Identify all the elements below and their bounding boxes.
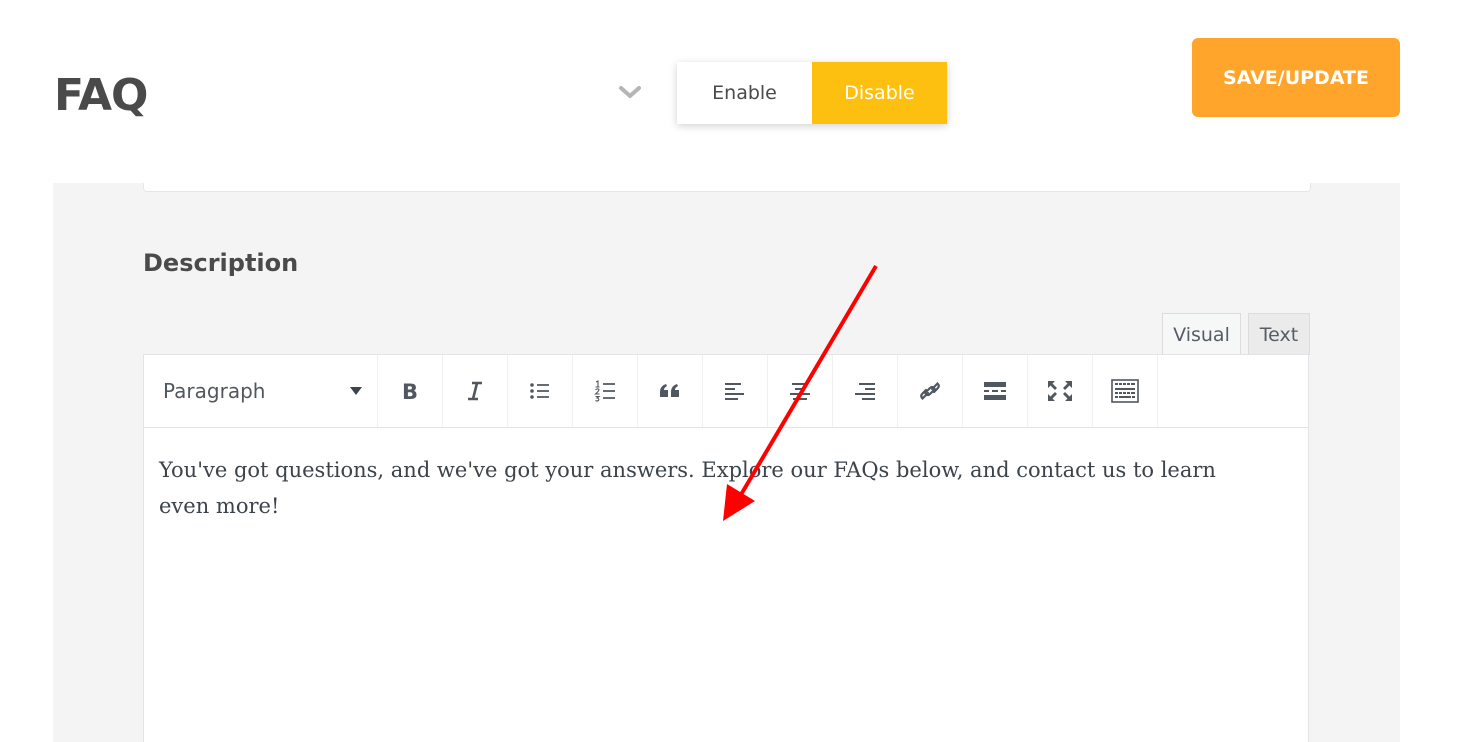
fullscreen-button[interactable]	[1028, 355, 1093, 427]
blockquote-icon	[660, 384, 679, 397]
blockquote-button[interactable]	[638, 355, 703, 427]
editor-content-area[interactable]: You've got questions, and we've got your…	[143, 428, 1309, 742]
svg-text:B: B	[402, 380, 418, 402]
align-left-icon	[725, 383, 744, 400]
toolbar-toggle-button[interactable]	[1093, 355, 1158, 427]
toolbar-toggle-icon	[1111, 379, 1139, 403]
description-label: Description	[143, 249, 299, 277]
description-panel: Description Visual Text Paragraph B You'…	[53, 183, 1400, 742]
align-center-icon	[790, 383, 810, 400]
align-center-button[interactable]	[768, 355, 833, 427]
italic-icon	[468, 381, 482, 401]
dropdown-arrow-icon	[350, 387, 362, 395]
chevron-down-icon[interactable]	[616, 82, 644, 102]
editor-paragraph: You've got questions, and we've got your…	[159, 458, 1216, 518]
read-more-button[interactable]	[963, 355, 1028, 427]
align-right-icon	[855, 383, 875, 400]
page-title: FAQ	[54, 70, 148, 121]
italic-button[interactable]	[443, 355, 508, 427]
align-right-button[interactable]	[833, 355, 898, 427]
bold-button[interactable]: B	[378, 355, 443, 427]
bold-icon: B	[402, 380, 418, 402]
bullet-list-icon	[530, 383, 549, 399]
tab-text[interactable]: Text	[1248, 313, 1310, 355]
previous-field-box	[143, 183, 1311, 192]
bullet-list-button[interactable]	[508, 355, 573, 427]
link-icon	[920, 381, 940, 401]
numbered-list-icon	[594, 380, 615, 402]
enable-disable-toggle: Enable Disable	[677, 62, 947, 124]
disable-button[interactable]: Disable	[812, 62, 947, 124]
save-update-button[interactable]: SAVE/UPDATE	[1192, 38, 1400, 117]
format-select-value: Paragraph	[163, 379, 266, 403]
align-left-button[interactable]	[703, 355, 768, 427]
read-more-icon	[984, 382, 1006, 400]
numbered-list-button[interactable]	[573, 355, 638, 427]
editor-toolbar: Paragraph B	[143, 354, 1309, 428]
fullscreen-icon	[1048, 381, 1072, 401]
tab-visual[interactable]: Visual	[1162, 313, 1241, 355]
link-button[interactable]	[898, 355, 963, 427]
enable-button[interactable]: Enable	[677, 62, 812, 124]
format-select[interactable]: Paragraph	[144, 355, 378, 427]
